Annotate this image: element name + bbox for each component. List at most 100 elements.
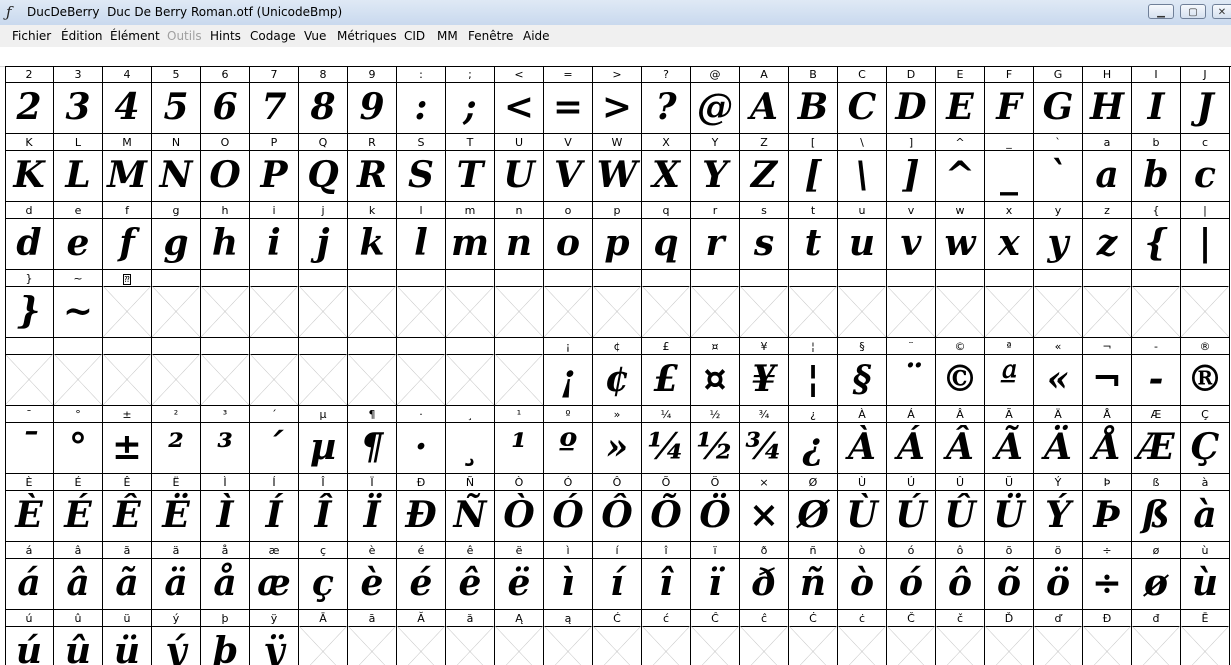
glyph-cell[interactable] <box>201 338 250 406</box>
glyph-cell[interactable]: 77 <box>250 66 299 134</box>
glyph-cell[interactable]: Ċ <box>789 610 838 665</box>
glyph-cell[interactable]: ÅÅ <box>1083 406 1132 474</box>
glyph-cell[interactable] <box>936 270 985 338</box>
glyph-cell[interactable]: § § <box>838 338 887 406</box>
glyph-cell[interactable]: × × <box>740 474 789 542</box>
glyph-cell[interactable]: ą <box>544 610 593 665</box>
glyph-cell[interactable]: 33 <box>54 66 103 134</box>
glyph-cell[interactable]: DD <box>887 66 936 134</box>
glyph-cell[interactable]: ôô <box>936 542 985 610</box>
glyph-cell[interactable]: ww <box>936 202 985 270</box>
glyph-cell[interactable] <box>446 270 495 338</box>
glyph-cell[interactable]: ½½ <box>691 406 740 474</box>
glyph-cell[interactable]: ĉ <box>740 610 789 665</box>
glyph-cell[interactable]: áá <box>5 542 54 610</box>
glyph-cell[interactable]: ee <box>54 202 103 270</box>
glyph-cell[interactable]: ÞÞ <box>1083 474 1132 542</box>
glyph-cell[interactable]: 88 <box>299 66 348 134</box>
glyph-cell[interactable]: ÎÎ <box>299 474 348 542</box>
menu-vue[interactable]: Vue <box>304 29 326 43</box>
glyph-cell[interactable]: vv <box>887 202 936 270</box>
minimize-button[interactable]: ▁ <box>1148 4 1174 19</box>
glyph-cell[interactable] <box>397 338 446 406</box>
glyph-cell[interactable]: ii <box>250 202 299 270</box>
glyph-cell[interactable]: II <box>1132 66 1181 134</box>
glyph-cell[interactable]: PP <box>250 134 299 202</box>
glyph-cell[interactable]: < < <box>495 66 544 134</box>
glyph-cell[interactable]: hh <box>201 202 250 270</box>
glyph-cell[interactable]: ¬ ¬ <box>1083 338 1132 406</box>
glyph-cell[interactable]: ` ` <box>1034 134 1083 202</box>
glyph-cell[interactable]: ÷ ÷ <box>1083 542 1132 610</box>
glyph-cell[interactable]: ÜÜ <box>985 474 1034 542</box>
glyph-cell[interactable]: KK <box>5 134 54 202</box>
glyph-cell[interactable]: ÒÒ <box>495 474 544 542</box>
glyph-cell[interactable] <box>299 270 348 338</box>
glyph-cell[interactable]: ° ° <box>54 406 103 474</box>
glyph-cell[interactable]: 55 <box>152 66 201 134</box>
glyph-cell[interactable]: SS <box>397 134 446 202</box>
glyph-cell[interactable]: ÿÿ <box>250 610 299 665</box>
glyph-cell[interactable]: ßß <box>1132 474 1181 542</box>
glyph-cell[interactable]: ´ ´ <box>250 406 299 474</box>
menu-élément[interactable]: Élément <box>110 29 160 43</box>
glyph-cell[interactable]: ìì <box>544 542 593 610</box>
glyph-cell[interactable]: yy <box>1034 202 1083 270</box>
glyph-cell[interactable]: jj <box>299 202 348 270</box>
glyph-cell[interactable]: ÇÇ <box>1181 406 1230 474</box>
glyph-cell[interactable]: = = <box>544 66 593 134</box>
glyph-cell[interactable]: ?? <box>642 66 691 134</box>
glyph-cell[interactable]: UU <box>495 134 544 202</box>
glyph-cell[interactable]: ć <box>642 610 691 665</box>
maximize-button[interactable]: ▢ <box>1180 4 1206 19</box>
glyph-cell[interactable]: ¯ ¯ <box>5 406 54 474</box>
glyph-cell[interactable]: {{ <box>1132 202 1181 270</box>
glyph-cell[interactable]: bb <box>1132 134 1181 202</box>
glyph-cell[interactable]: TT <box>446 134 495 202</box>
menu-outils[interactable]: Outils <box>167 29 202 43</box>
glyph-cell[interactable]: ûû <box>54 610 103 665</box>
glyph-cell[interactable]: xx <box>985 202 1034 270</box>
glyph-cell[interactable]: BB <box>789 66 838 134</box>
glyph-cell[interactable] <box>152 270 201 338</box>
glyph-cell[interactable]: WW <box>593 134 642 202</box>
glyph-cell[interactable]: £ £ <box>642 338 691 406</box>
glyph-cell[interactable]: ¤ ¤ <box>691 338 740 406</box>
glyph-cell[interactable]: }} <box>5 270 54 338</box>
glyph-cell[interactable] <box>446 338 495 406</box>
glyph-cell[interactable]: ⁇ <box>103 270 152 338</box>
glyph-cell[interactable] <box>397 270 446 338</box>
menu-fenêtre[interactable]: Fenêtre <box>468 29 513 43</box>
glyph-cell[interactable]: îî <box>642 542 691 610</box>
glyph-cell[interactable]: ïï <box>691 542 740 610</box>
glyph-cell[interactable] <box>985 270 1034 338</box>
menu-aide[interactable]: Aide <box>523 29 550 43</box>
glyph-cell[interactable]: QQ <box>299 134 348 202</box>
glyph-cell[interactable]: þþ <box>201 610 250 665</box>
glyph-cell[interactable] <box>299 338 348 406</box>
glyph-cell[interactable]: č <box>936 610 985 665</box>
glyph-cell[interactable]: tt <box>789 202 838 270</box>
glyph-cell[interactable]: _ _ <box>985 134 1034 202</box>
glyph-cell[interactable]: ¦ ¦ <box>789 338 838 406</box>
glyph-cell[interactable]: ZZ <box>740 134 789 202</box>
glyph-cell[interactable]: ¾¾ <box>740 406 789 474</box>
glyph-cell[interactable]: éé <box>397 542 446 610</box>
glyph-cell[interactable]: MM <box>103 134 152 202</box>
glyph-cell[interactable]: OO <box>201 134 250 202</box>
glyph-cell[interactable]: Ē <box>1181 610 1230 665</box>
glyph-cell[interactable] <box>691 270 740 338</box>
glyph-cell[interactable]: uu <box>838 202 887 270</box>
glyph-cell[interactable] <box>152 338 201 406</box>
glyph-cell[interactable]: gg <box>152 202 201 270</box>
glyph-cell[interactable]: ~ ~ <box>54 270 103 338</box>
glyph-cell[interactable]: ÂÂ <box>936 406 985 474</box>
glyph-cell[interactable]: ¸ ¸ <box>446 406 495 474</box>
glyph-cell[interactable]: ]] <box>887 134 936 202</box>
glyph-cell[interactable] <box>103 338 152 406</box>
glyph-cell[interactable]: -- <box>1132 338 1181 406</box>
glyph-cell[interactable]: VV <box>544 134 593 202</box>
glyph-cell[interactable]: ýý <box>152 610 201 665</box>
glyph-cell[interactable]: ÕÕ <box>642 474 691 542</box>
glyph-cell[interactable]: Ā <box>299 610 348 665</box>
